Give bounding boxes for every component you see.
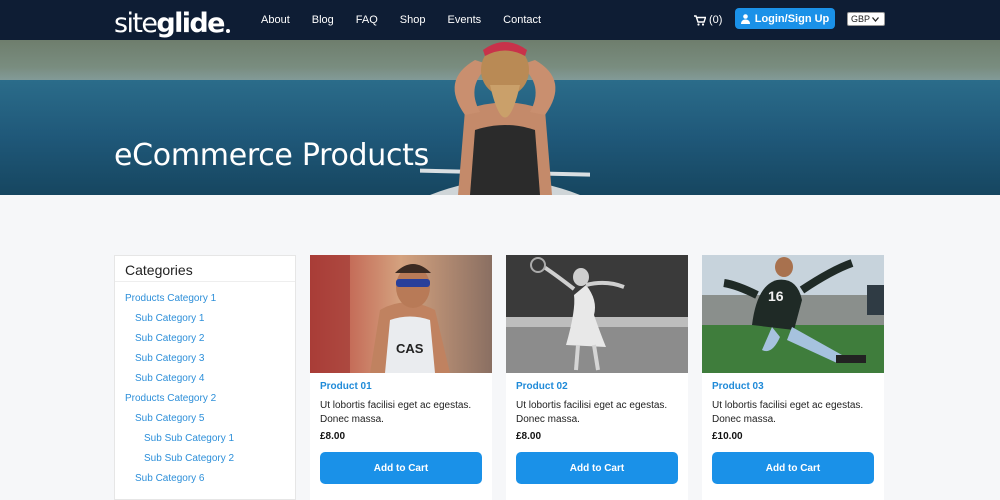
user-icon xyxy=(740,13,750,24)
add-to-cart-button[interactable]: Add to Cart xyxy=(320,452,482,484)
product-image-soccer[interactable]: 16 xyxy=(702,255,884,373)
product-price: £8.00 xyxy=(516,431,542,442)
category-link[interactable]: Products Category 2 xyxy=(125,393,216,404)
category-link[interactable]: Sub Category 5 xyxy=(135,413,205,424)
category-link[interactable]: Sub Category 6 xyxy=(135,473,205,484)
login-signup-button[interactable]: Login/Sign Up xyxy=(735,8,835,29)
login-label: Login/Sign Up xyxy=(754,12,830,25)
product-title[interactable]: Product 01 xyxy=(320,381,372,392)
cart-count: (0) xyxy=(709,14,723,26)
site-logo[interactable]: siteglide xyxy=(114,3,230,37)
logo-bold: glide xyxy=(156,8,225,39)
chevron-down-icon xyxy=(872,16,880,22)
logo-text: siteglide xyxy=(114,8,225,39)
hero-banner: eCommerce Products xyxy=(0,40,1000,195)
nav-contact[interactable]: Contact xyxy=(492,0,552,40)
tennis-photo xyxy=(506,255,688,373)
product-image-tennis[interactable] xyxy=(506,255,688,373)
product-description: Ut lobortis facilisi eget ac egestas. Do… xyxy=(516,400,668,425)
cart-link[interactable]: (0) xyxy=(694,0,722,40)
nav-about[interactable]: About xyxy=(250,0,301,40)
product-image-runner[interactable]: CAS xyxy=(310,255,492,373)
page-title: eCommerce Products xyxy=(114,138,429,173)
product-title[interactable]: Product 03 xyxy=(712,381,764,392)
kayaker-illustration xyxy=(420,42,590,195)
currency-select[interactable]: GBP xyxy=(847,12,885,26)
category-link[interactable]: Sub Category 2 xyxy=(135,333,205,344)
svg-text:CAS: CAS xyxy=(396,341,424,356)
nav-events[interactable]: Events xyxy=(437,0,493,40)
category-link[interactable]: Sub Category 4 xyxy=(135,373,205,384)
product-description: Ut lobortis facilisi eget ac egestas. Do… xyxy=(712,400,864,425)
nav-faq[interactable]: FAQ xyxy=(345,0,389,40)
soccer-photo: 16 xyxy=(702,255,884,373)
product-price: £8.00 xyxy=(320,431,346,442)
main-menu: About Blog FAQ Shop Events Contact xyxy=(250,0,552,40)
categories-sidebar: Categories Products Category 1 Sub Categ… xyxy=(114,255,296,500)
product-price: £10.00 xyxy=(712,431,743,442)
category-link[interactable]: Sub Sub Category 1 xyxy=(144,433,234,444)
svg-text:16: 16 xyxy=(768,288,784,304)
product-title[interactable]: Product 02 xyxy=(516,381,568,392)
categories-heading: Categories xyxy=(115,256,295,282)
product-card: CAS Product 01 Ut lobortis facilisi eget… xyxy=(310,255,492,500)
product-card: 16 Product 03 Ut lobortis facilisi eget … xyxy=(702,255,884,500)
add-to-cart-button[interactable]: Add to Cart xyxy=(516,452,678,484)
category-link[interactable]: Sub Category 3 xyxy=(135,353,205,364)
category-link[interactable]: Sub Category 1 xyxy=(135,313,205,324)
runner-photo: CAS xyxy=(310,255,492,373)
nav-shop[interactable]: Shop xyxy=(389,0,437,40)
nav-blog[interactable]: Blog xyxy=(301,0,345,40)
logo-light: site xyxy=(114,8,158,39)
top-navbar: siteglide About Blog FAQ Shop Events Con… xyxy=(0,0,1000,40)
category-link[interactable]: Products Category 1 xyxy=(125,293,216,304)
cart-icon xyxy=(694,14,706,26)
product-description: Ut lobortis facilisi eget ac egestas. Do… xyxy=(320,400,472,425)
product-card: Product 02 Ut lobortis facilisi eget ac … xyxy=(506,255,688,500)
category-link[interactable]: Sub Sub Category 2 xyxy=(144,453,234,464)
currency-value: GBP xyxy=(851,14,871,24)
logo-dot-icon xyxy=(225,29,230,33)
add-to-cart-button[interactable]: Add to Cart xyxy=(712,452,874,484)
